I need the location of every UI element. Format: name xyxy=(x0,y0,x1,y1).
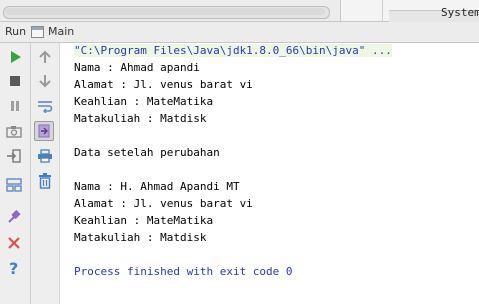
console-line: Keahlian : MateMatika xyxy=(74,95,214,108)
stop-button[interactable] xyxy=(6,72,24,90)
command-line: "C:\Program Files\Java\jdk1.8.0_66\bin\j… xyxy=(74,44,392,57)
close-icon xyxy=(8,237,20,249)
help-icon: ? xyxy=(9,260,18,276)
horizontal-scrollbar[interactable] xyxy=(3,6,330,19)
soft-wrap-button[interactable] xyxy=(36,97,54,115)
layout-button[interactable] xyxy=(5,176,23,194)
panel-label: System xyxy=(441,6,479,19)
soft-wrap-icon xyxy=(38,101,53,113)
help-button[interactable]: ? xyxy=(5,259,23,277)
scroll-to-end-button[interactable] xyxy=(34,121,54,141)
tab-main-label: Main xyxy=(48,25,75,38)
editor-top-strip: System xyxy=(0,0,479,22)
dump-threads-button[interactable] xyxy=(5,122,23,140)
panel-divider xyxy=(382,0,383,21)
run-actions-toolbar: ? xyxy=(0,43,31,304)
scroll-to-end-icon xyxy=(38,124,50,138)
console-actions-toolbar xyxy=(31,43,60,304)
rerun-button[interactable] xyxy=(6,48,24,66)
console-line: Matakuliah : Matdisk xyxy=(74,231,207,244)
stop-icon xyxy=(10,76,20,86)
run-toolwindow-header: Run Main xyxy=(0,22,479,43)
previous-occurrence-button[interactable] xyxy=(36,48,54,66)
print-button[interactable] xyxy=(36,147,54,165)
up-arrow-icon xyxy=(39,50,51,63)
pause-icon xyxy=(11,101,19,111)
next-occurrence-button[interactable] xyxy=(36,72,54,90)
restore-layout-button[interactable] xyxy=(5,147,23,165)
console-line: Keahlian : MateMatika xyxy=(74,214,214,227)
console-line: Nama : H. Ahmad Apandi MT xyxy=(74,180,240,193)
trash-icon xyxy=(39,173,51,189)
console-line: Alamat : Jl. venus barat vi xyxy=(74,197,253,210)
console-line: Alamat : Jl. venus barat vi xyxy=(74,78,253,91)
console-line: Matakuliah : Matdisk xyxy=(74,112,207,125)
camera-icon xyxy=(6,126,22,138)
svg-text:?: ? xyxy=(9,260,18,276)
layout-icon xyxy=(6,178,22,192)
side-panel-header: System xyxy=(340,0,479,22)
pin-icon xyxy=(8,209,21,223)
close-button[interactable] xyxy=(5,234,23,252)
exit-status-line: Process finished with exit code 0 xyxy=(74,265,293,278)
clear-all-button[interactable] xyxy=(36,172,54,190)
run-label: Run xyxy=(5,25,27,38)
console-line: Nama : Ahmad apandi xyxy=(74,61,200,74)
print-icon xyxy=(38,149,52,163)
login-icon xyxy=(7,149,21,163)
scrollbar-thumb[interactable] xyxy=(5,8,325,15)
application-icon xyxy=(31,26,44,38)
rerun-icon xyxy=(11,51,21,63)
console-output[interactable]: "C:\Program Files\Java\jdk1.8.0_66\bin\j… xyxy=(60,43,479,304)
pin-tab-button[interactable] xyxy=(5,208,23,226)
console-line: Data setelah perubahan xyxy=(74,146,220,159)
down-arrow-icon xyxy=(39,75,51,88)
pause-button[interactable] xyxy=(6,97,24,115)
